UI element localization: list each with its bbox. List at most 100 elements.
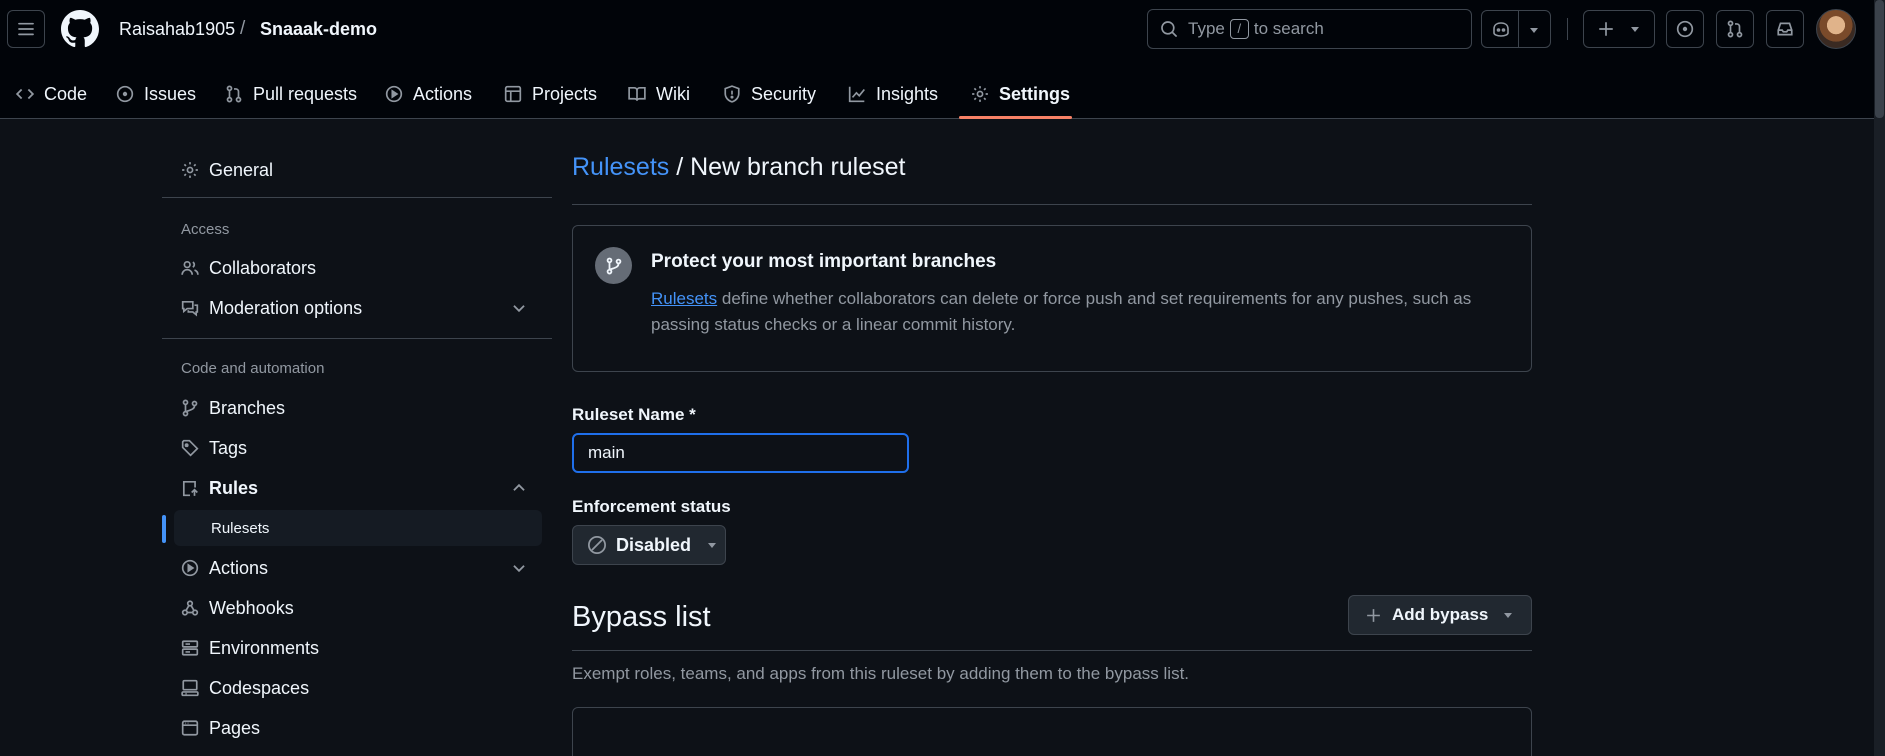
copilot-icon [1493,22,1509,37]
tab-label: Wiki [656,83,690,104]
sidebar-item-label: Tags [209,437,248,458]
create-new-button[interactable] [1583,10,1655,48]
git-pull-request-icon [226,85,242,103]
enforcement-status-select[interactable]: Disabled [572,525,726,565]
menu-button[interactable] [7,10,45,48]
issues-button[interactable] [1666,10,1704,48]
tab-actions[interactable]: Actions [385,70,472,118]
people-icon [181,260,199,275]
title-divider [572,204,1532,205]
sidebar-item-branches[interactable]: Branches [162,390,542,426]
chevron-down-icon [708,543,717,548]
server-icon [181,640,199,656]
tab-insights[interactable]: Insights [848,70,938,118]
tab-issues[interactable]: Issues [116,70,196,118]
repo-owner-link[interactable]: Raisahab1905 [119,19,235,40]
info-description-text: define whether collaborators can delete … [651,289,1472,334]
tab-label: Code [44,83,88,104]
rulesets-breadcrumb-link[interactable]: Rulesets [572,153,669,181]
sidebar-item-label: Actions [209,557,269,578]
sidebar-item-environments[interactable]: Environments [162,630,542,666]
global-topbar: Raisahab1905 / Snaaak-demo Type / to sea… [0,0,1874,58]
tab-settings[interactable]: Settings [971,70,1070,118]
bypass-divider [572,650,1532,651]
bypass-list-title: Bypass list [572,601,711,633]
sidebar-item-webhooks[interactable]: Webhooks [162,590,542,626]
webhook-icon [181,600,199,616]
book-icon [628,86,646,101]
tab-label: Security [751,83,817,104]
chevron-down-icon [513,305,525,313]
tab-pull-requests[interactable]: Pull requests [225,70,357,118]
inbox-icon [1777,22,1793,36]
repo-header: Raisahab1905 / Snaaak-demo Type / to sea… [0,0,1874,119]
sidebar-item-label: Rules [209,477,259,498]
tab-label: Settings [999,83,1071,104]
page-title-text: / New branch ruleset [669,153,906,181]
search-input[interactable]: Type / to search [1147,9,1472,49]
copilot-button[interactable] [1481,10,1551,48]
git-branch-icon [595,247,632,284]
plus-icon [1599,22,1613,36]
tab-label: Actions [413,83,473,104]
pull-requests-button[interactable] [1716,10,1754,48]
sidebar-divider [162,197,552,198]
graph-icon [848,86,865,103]
sidebar-item-rules[interactable]: Rules [162,470,542,506]
avatar[interactable] [1816,9,1856,49]
enforcement-status-label: Enforcement status [572,497,731,516]
sidebar-item-pages[interactable]: Pages [162,710,542,746]
rulesets-docs-link[interactable]: Rulesets [651,289,717,308]
add-bypass-button[interactable]: Add bypass [1348,595,1532,635]
gear-icon [182,162,198,178]
sidebar-item-actions[interactable]: Actions [162,550,542,586]
sidebar-item-tags[interactable]: Tags [162,430,542,466]
github-logo-icon[interactable] [61,10,99,48]
info-description: Rulesets define whether collaborators ca… [651,286,1511,338]
page-title: Rulesets / New branch ruleset [572,153,905,182]
hamburger-icon [18,22,34,36]
sidebar-item-label: Pages [209,717,261,738]
tab-projects[interactable]: Projects [504,70,597,118]
tab-code[interactable]: Code [16,70,87,118]
gear-icon [972,86,988,102]
sidebar-heading-code-and-automation: Code and automation [181,360,325,377]
issue-opened-icon [116,85,134,103]
chevron-down-icon [1631,27,1639,32]
play-icon [385,85,403,103]
sidebar-item-label: Branches [209,397,286,418]
repo-tabs: Code Issues Pull requests Actions Projec… [0,70,1874,119]
codespaces-icon [181,679,199,697]
active-tab-underline [959,116,1072,119]
chevron-down-icon [1530,28,1538,33]
sidebar-item-collaborators[interactable]: Collaborators [162,250,542,286]
info-title: Protect your most important branches [651,251,997,272]
search-placeholder-prefix: Type [1188,19,1225,38]
sidebar-item-general[interactable]: General [162,152,542,188]
page-scrollbar[interactable] [1874,0,1885,756]
tab-label: Insights [876,83,939,104]
git-pull-request-icon [1727,20,1743,38]
comment-discussion-icon [181,300,199,317]
scrollbar-thumb[interactable] [1875,0,1884,118]
sidebar-item-moderation-options[interactable]: Moderation options [162,290,542,326]
browser-icon [181,720,199,736]
search-shortcut-key: / [1229,19,1249,39]
info-callout: Protect your most important branches Rul… [572,225,1532,372]
ruleset-name-label: Ruleset Name * [572,405,696,424]
add-bypass-label: Add bypass [1392,605,1489,624]
sidebar-item-rulesets[interactable]: Rulesets [174,510,542,546]
play-icon [181,559,199,577]
bypass-list-box [572,707,1532,756]
chevron-up-icon [513,483,525,491]
inbox-button[interactable] [1766,10,1804,48]
repo-name-link[interactable]: Snaaak-demo [260,19,377,40]
search-placeholder-suffix: to search [1253,19,1324,38]
ruleset-name-input[interactable] [572,433,909,473]
sidebar-item-label: Environments [209,637,320,658]
tab-security[interactable]: Security [723,70,816,118]
tab-wiki[interactable]: Wiki [628,70,690,118]
sidebar-item-label: Webhooks [209,597,294,618]
sidebar-heading-access: Access [181,221,230,238]
sidebar-item-codespaces[interactable]: Codespaces [162,670,542,706]
